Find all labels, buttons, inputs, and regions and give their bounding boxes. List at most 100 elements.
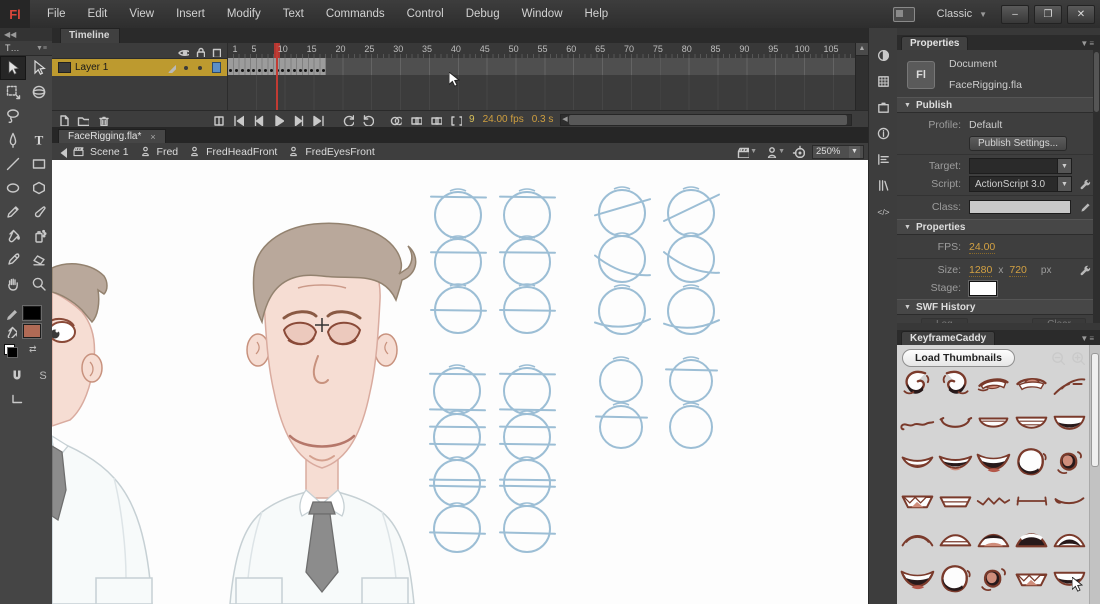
mouth-thumbnail-open-u[interactable] (937, 406, 973, 440)
timeline-horizontal-scrollbar[interactable]: ◀ (560, 114, 852, 126)
mouth-thumbnail-smile-open[interactable] (937, 445, 973, 479)
keyframe-dot-6[interactable] (258, 69, 261, 72)
load-thumbnails-button[interactable]: Load Thumbnails (902, 349, 1015, 367)
keyframe-dot-13[interactable] (299, 69, 302, 72)
frames-area[interactable]: 1510152025303540455055606570758085909510… (228, 43, 856, 110)
profile-value[interactable]: Default (969, 119, 1002, 131)
properties-section-header[interactable]: ▼ Properties (897, 219, 1100, 235)
swf-log-button[interactable]: Log (921, 318, 968, 323)
mouth-thumbnail-wavy-line[interactable] (899, 406, 935, 440)
mouth-thumbnail-bracket-line[interactable] (1013, 484, 1049, 518)
keyframe-dot-17[interactable] (322, 69, 325, 72)
code-snippets-panel-icon[interactable] (869, 198, 898, 224)
keyframe-dot-8[interactable] (270, 69, 273, 72)
step-forward-button[interactable] (287, 111, 307, 127)
mouth-thumbnail-u-dark[interactable] (1051, 562, 1087, 596)
tool-selection[interactable] (0, 56, 26, 80)
zoom-level-select[interactable]: 250% ▼ (812, 145, 864, 159)
breadcrumb-fredeyesfront[interactable]: FredEyesFront (287, 145, 378, 158)
tool-brush[interactable] (26, 200, 52, 224)
menu-window[interactable]: Window (511, 0, 574, 28)
panel-menu-icon[interactable]: ▼≡ (36, 45, 47, 52)
swap-colors-button[interactable]: ⇄ (29, 344, 37, 355)
mouth-thumbnail-smile-dark[interactable] (899, 562, 935, 596)
keyframe-dot-7[interactable] (264, 69, 267, 72)
frame-rate-value[interactable]: 24.00 fps (483, 114, 524, 125)
keyframe-dot-1[interactable] (229, 69, 232, 72)
close-button[interactable]: ✕ (1067, 5, 1095, 24)
modify-markers-button[interactable] (445, 111, 465, 127)
show-hide-layers-icon[interactable] (177, 45, 189, 57)
straighten-option-button[interactable] (4, 388, 30, 412)
tool-subselection[interactable] (26, 56, 52, 80)
script-settings-wrench-icon[interactable] (1079, 178, 1092, 191)
keyframe-dot-15[interactable] (310, 69, 313, 72)
layer-lock-dot[interactable] (198, 66, 202, 70)
tool-pencil[interactable] (0, 200, 26, 224)
mouth-thumbnail-u-teeth[interactable] (1013, 406, 1049, 440)
scroll-up-icon[interactable]: ▲ (856, 43, 868, 56)
keyframe-caddy-scrollbar[interactable] (1089, 345, 1100, 604)
loop-range-button[interactable] (357, 111, 377, 127)
edit-scene-button[interactable]: ▼ (736, 145, 757, 158)
menu-modify[interactable]: Modify (216, 0, 272, 28)
mouth-thumbnail-hill-thin[interactable] (899, 523, 935, 557)
align-panel-icon[interactable] (869, 146, 898, 172)
document-name-value[interactable]: FaceRigging.fla (949, 79, 1022, 91)
current-frame-value[interactable]: 9 (469, 114, 475, 125)
character-fred-front[interactable] (230, 223, 416, 604)
outline-layers-icon[interactable] (209, 45, 221, 57)
publish-section-header[interactable]: ▼ Publish (897, 97, 1100, 113)
tool-rotation-3d[interactable] (26, 80, 52, 104)
workspace-label[interactable]: Classic (937, 8, 972, 20)
step-back-button[interactable] (247, 111, 267, 127)
tool-polystar[interactable] (26, 176, 52, 200)
target-select[interactable]: ▼ (969, 158, 1072, 174)
mouth-thumbnail-grimace-teeth[interactable] (1013, 562, 1049, 596)
edit-symbol-button[interactable]: ▼ (764, 145, 785, 158)
playhead-line[interactable] (276, 43, 278, 110)
delete-layer-button[interactable] (92, 111, 112, 127)
mouth-thumbnail-hill-dark[interactable] (975, 523, 1011, 557)
menu-commands[interactable]: Commands (315, 0, 396, 28)
stage-canvas[interactable] (52, 160, 868, 604)
panel-menu-icon[interactable]: ▼≡ (1080, 39, 1100, 50)
loop-playback-button[interactable] (337, 111, 357, 127)
restore-button[interactable]: ❐ (1034, 5, 1062, 24)
center-frame-button[interactable] (207, 111, 227, 127)
document-tab[interactable]: FaceRigging.fla* × (58, 129, 166, 143)
swatches-panel-icon[interactable] (869, 68, 898, 94)
default-colors-button[interactable] (4, 344, 15, 355)
keyframe-dot-10[interactable] (281, 69, 284, 72)
fps-value[interactable]: 24.00 (969, 241, 995, 254)
menu-file[interactable]: File (36, 0, 77, 28)
character-fred-side[interactable] (52, 264, 152, 604)
collapse-panel-icon[interactable]: ◀◀ (4, 30, 16, 39)
tool-hand[interactable] (0, 272, 26, 296)
lock-layers-icon[interactable] (193, 45, 205, 57)
scroll-left-icon[interactable]: ◀ (561, 115, 569, 125)
eye-blink-sketches[interactable] (430, 187, 719, 552)
class-input[interactable] (969, 200, 1071, 214)
size-settings-wrench-icon[interactable] (1079, 264, 1092, 277)
keyframe-dot-4[interactable] (247, 69, 250, 72)
swf-history-section-header[interactable]: ▼ SWF History (897, 299, 1100, 315)
mouth-thumbnail-smirk-left[interactable] (899, 367, 935, 401)
onion-skin-button[interactable] (385, 111, 405, 127)
panel-menu-icon[interactable]: ▼≡ (1080, 334, 1100, 345)
elapsed-time-value[interactable]: 0.3 s (532, 114, 554, 125)
stage-width-value[interactable]: 1280 (969, 264, 992, 277)
menu-control[interactable]: Control (396, 0, 455, 28)
tool-zoom[interactable] (26, 272, 52, 296)
tool-text[interactable] (26, 128, 52, 152)
color-panel-icon[interactable] (869, 42, 898, 68)
workspace-switcher[interactable]: Classic ▼ (893, 7, 987, 22)
mouth-thumbnail-slant-thin[interactable] (1051, 367, 1087, 401)
stroke-color-swatch[interactable] (23, 306, 41, 320)
menu-view[interactable]: View (118, 0, 165, 28)
publish-settings-button[interactable]: Publish Settings... (969, 136, 1067, 151)
keyframe-dot-5[interactable] (252, 69, 255, 72)
menu-help[interactable]: Help (574, 0, 620, 28)
keyframe-dot-14[interactable] (304, 69, 307, 72)
timeline-ruler[interactable]: 1510152025303540455055606570758085909510… (228, 43, 856, 59)
